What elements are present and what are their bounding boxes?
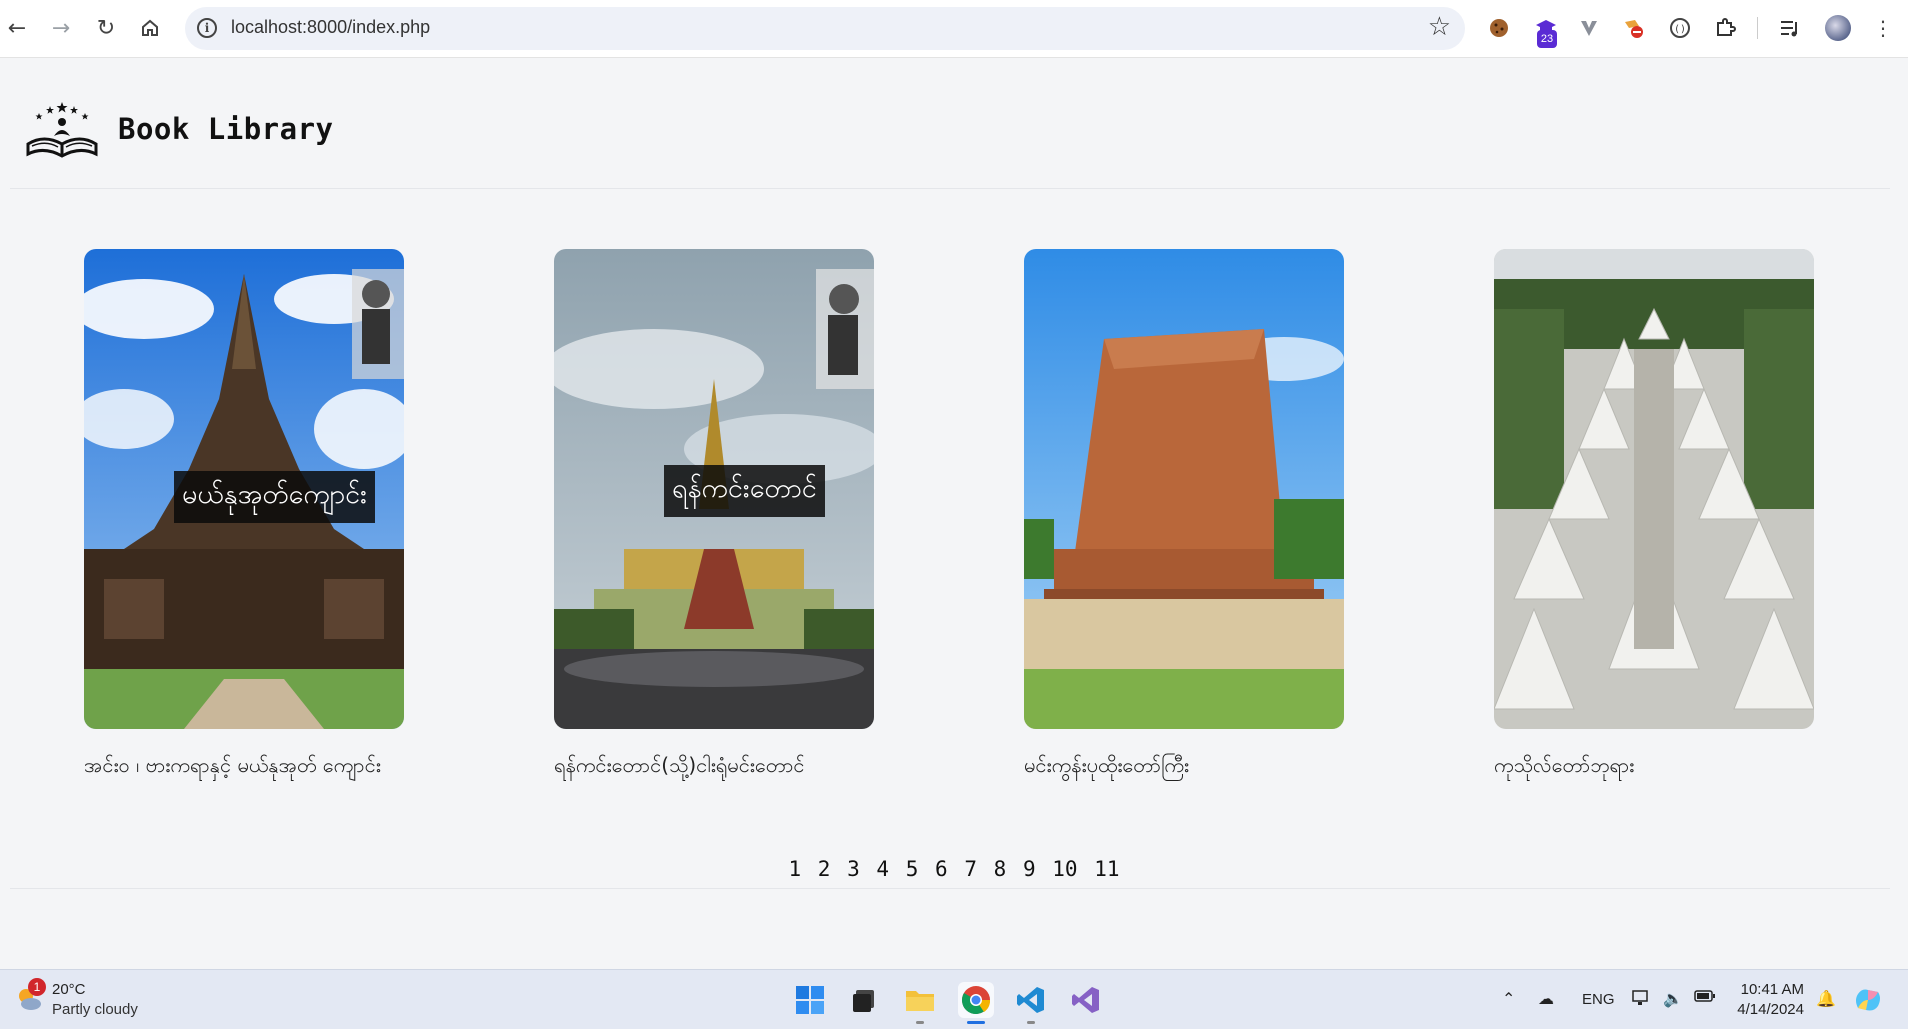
vscode-icon[interactable] <box>1013 982 1049 1024</box>
page-link[interactable]: 8 <box>994 857 1007 881</box>
extension-badge: 23 <box>1537 30 1557 48</box>
page-link[interactable]: 7 <box>964 857 977 881</box>
book-cover-image[interactable]: မယ်နုအုတ်ကျောင်း <box>84 249 404 729</box>
book-cover-image[interactable] <box>1494 249 1814 729</box>
profile-avatar[interactable] <box>1825 15 1851 41</box>
visual-studio-icon[interactable] <box>1068 982 1104 1018</box>
page-link[interactable]: 3 <box>847 857 860 881</box>
code-extension-icon[interactable]: () <box>1667 15 1693 41</box>
page-link[interactable]: 2 <box>818 857 831 881</box>
toolbar-divider <box>1757 17 1758 39</box>
weather-temperature[interactable]: 20°C <box>52 981 86 998</box>
volume-icon[interactable]: 🔈 <box>1663 989 1683 1009</box>
open-book-stars-icon <box>26 102 98 158</box>
book-title[interactable]: ရန်ကင်းတောင်(သို့)ငါးရုံမင်းတောင် <box>554 750 874 780</box>
weather-condition[interactable]: Partly cloudy <box>52 1001 138 1018</box>
page-link[interactable]: 11 <box>1094 857 1119 881</box>
file-explorer-icon[interactable] <box>902 982 938 1024</box>
footer-divider <box>10 888 1890 889</box>
svg-text:(): () <box>1674 24 1686 35</box>
book-cover-image[interactable] <box>1024 249 1344 729</box>
blocker-extension-icon[interactable] <box>1620 15 1646 41</box>
notification-bell-icon[interactable]: 🔔 <box>1816 989 1836 1009</box>
battery-icon[interactable] <box>1694 989 1716 1008</box>
page-link[interactable]: 1 <box>788 857 801 881</box>
clock-date[interactable]: 4/14/2024 <box>1732 1001 1804 1018</box>
cover-title-overlay: မယ်နုအုတ်ကျောင်း <box>174 471 375 523</box>
reload-icon[interactable]: ↻ <box>89 11 123 45</box>
page-link[interactable]: 6 <box>935 857 948 881</box>
cloud-icon[interactable]: ☁ <box>1538 989 1554 1009</box>
copilot-icon[interactable] <box>1852 984 1884 1016</box>
weather-notification-badge: 1 <box>28 978 46 996</box>
page-link[interactable]: 10 <box>1052 857 1077 881</box>
more-menu-icon[interactable]: ⋮ <box>1870 15 1896 41</box>
site-title[interactable]: Book Library <box>118 112 334 146</box>
page-link[interactable]: 4 <box>876 857 889 881</box>
start-windows-icon[interactable] <box>792 982 828 1018</box>
windows-taskbar: 1 20°C Partly cloudy ⌃ ☁ ENG 🔈 10:41 AM … <box>0 969 1908 1029</box>
cookie-extension-icon[interactable] <box>1486 15 1512 41</box>
book-title[interactable]: ကုသိုလ်တော်ဘုရား <box>1494 750 1814 780</box>
book-card[interactable]: ကုသိုလ်တော်ဘုရား <box>1494 249 1814 780</box>
home-icon[interactable] <box>133 11 167 45</box>
book-card[interactable]: မင်းကွန်းပုထိုးတော်ကြီး <box>1024 249 1344 780</box>
language-indicator[interactable]: ENG <box>1582 991 1615 1008</box>
bookmark-star-icon[interactable]: ☆ <box>1428 12 1451 42</box>
site-info-icon[interactable]: i <box>197 18 217 38</box>
address-bar[interactable]: i localhost:8000/index.php ☆ <box>185 7 1465 50</box>
book-cover-image[interactable]: ရန်ကင်းတောင် <box>554 249 874 729</box>
chrome-icon[interactable] <box>958 982 994 1024</box>
extensions-puzzle-icon[interactable] <box>1712 15 1738 41</box>
network-icon[interactable] <box>1632 989 1652 1012</box>
site-header: Book Library <box>10 58 1890 189</box>
cover-title-overlay: ရန်ကင်းတောင် <box>664 465 825 517</box>
pagination: 1 2 3 4 5 6 7 8 9 10 11 <box>0 857 1908 881</box>
book-title[interactable]: အင်း၀ ၊ ဗားကရာနှင့် မယ်နုအုတ် ကျောင်း <box>84 750 404 780</box>
clock-time[interactable]: 10:41 AM <box>1740 981 1804 998</box>
forward-icon[interactable]: → <box>44 11 78 45</box>
back-icon[interactable]: ← <box>0 11 34 45</box>
book-card[interactable]: မယ်နုအုတ်ကျောင်း အင်း၀ ၊ ဗားကရာနှင့် မယ်… <box>84 249 404 780</box>
v-extension-icon[interactable] <box>1576 15 1602 41</box>
book-card[interactable]: ရန်ကင်းတောင် ရန်ကင်းတောင်(သို့)ငါးရုံမင်… <box>554 249 874 780</box>
task-view-icon[interactable] <box>846 982 882 1018</box>
page-link[interactable]: 9 <box>1023 857 1036 881</box>
chevron-up-icon[interactable]: ⌃ <box>1502 989 1515 1009</box>
browser-toolbar: ← → ↻ i localhost:8000/index.php ☆ 23 ()… <box>0 0 1908 58</box>
book-title[interactable]: မင်းကွန်းပုထိုးတော်ကြီး <box>1024 750 1344 780</box>
page-link[interactable]: 5 <box>906 857 919 881</box>
address-url[interactable]: localhost:8000/index.php <box>231 17 430 38</box>
reading-list-icon[interactable] <box>1777 15 1803 41</box>
